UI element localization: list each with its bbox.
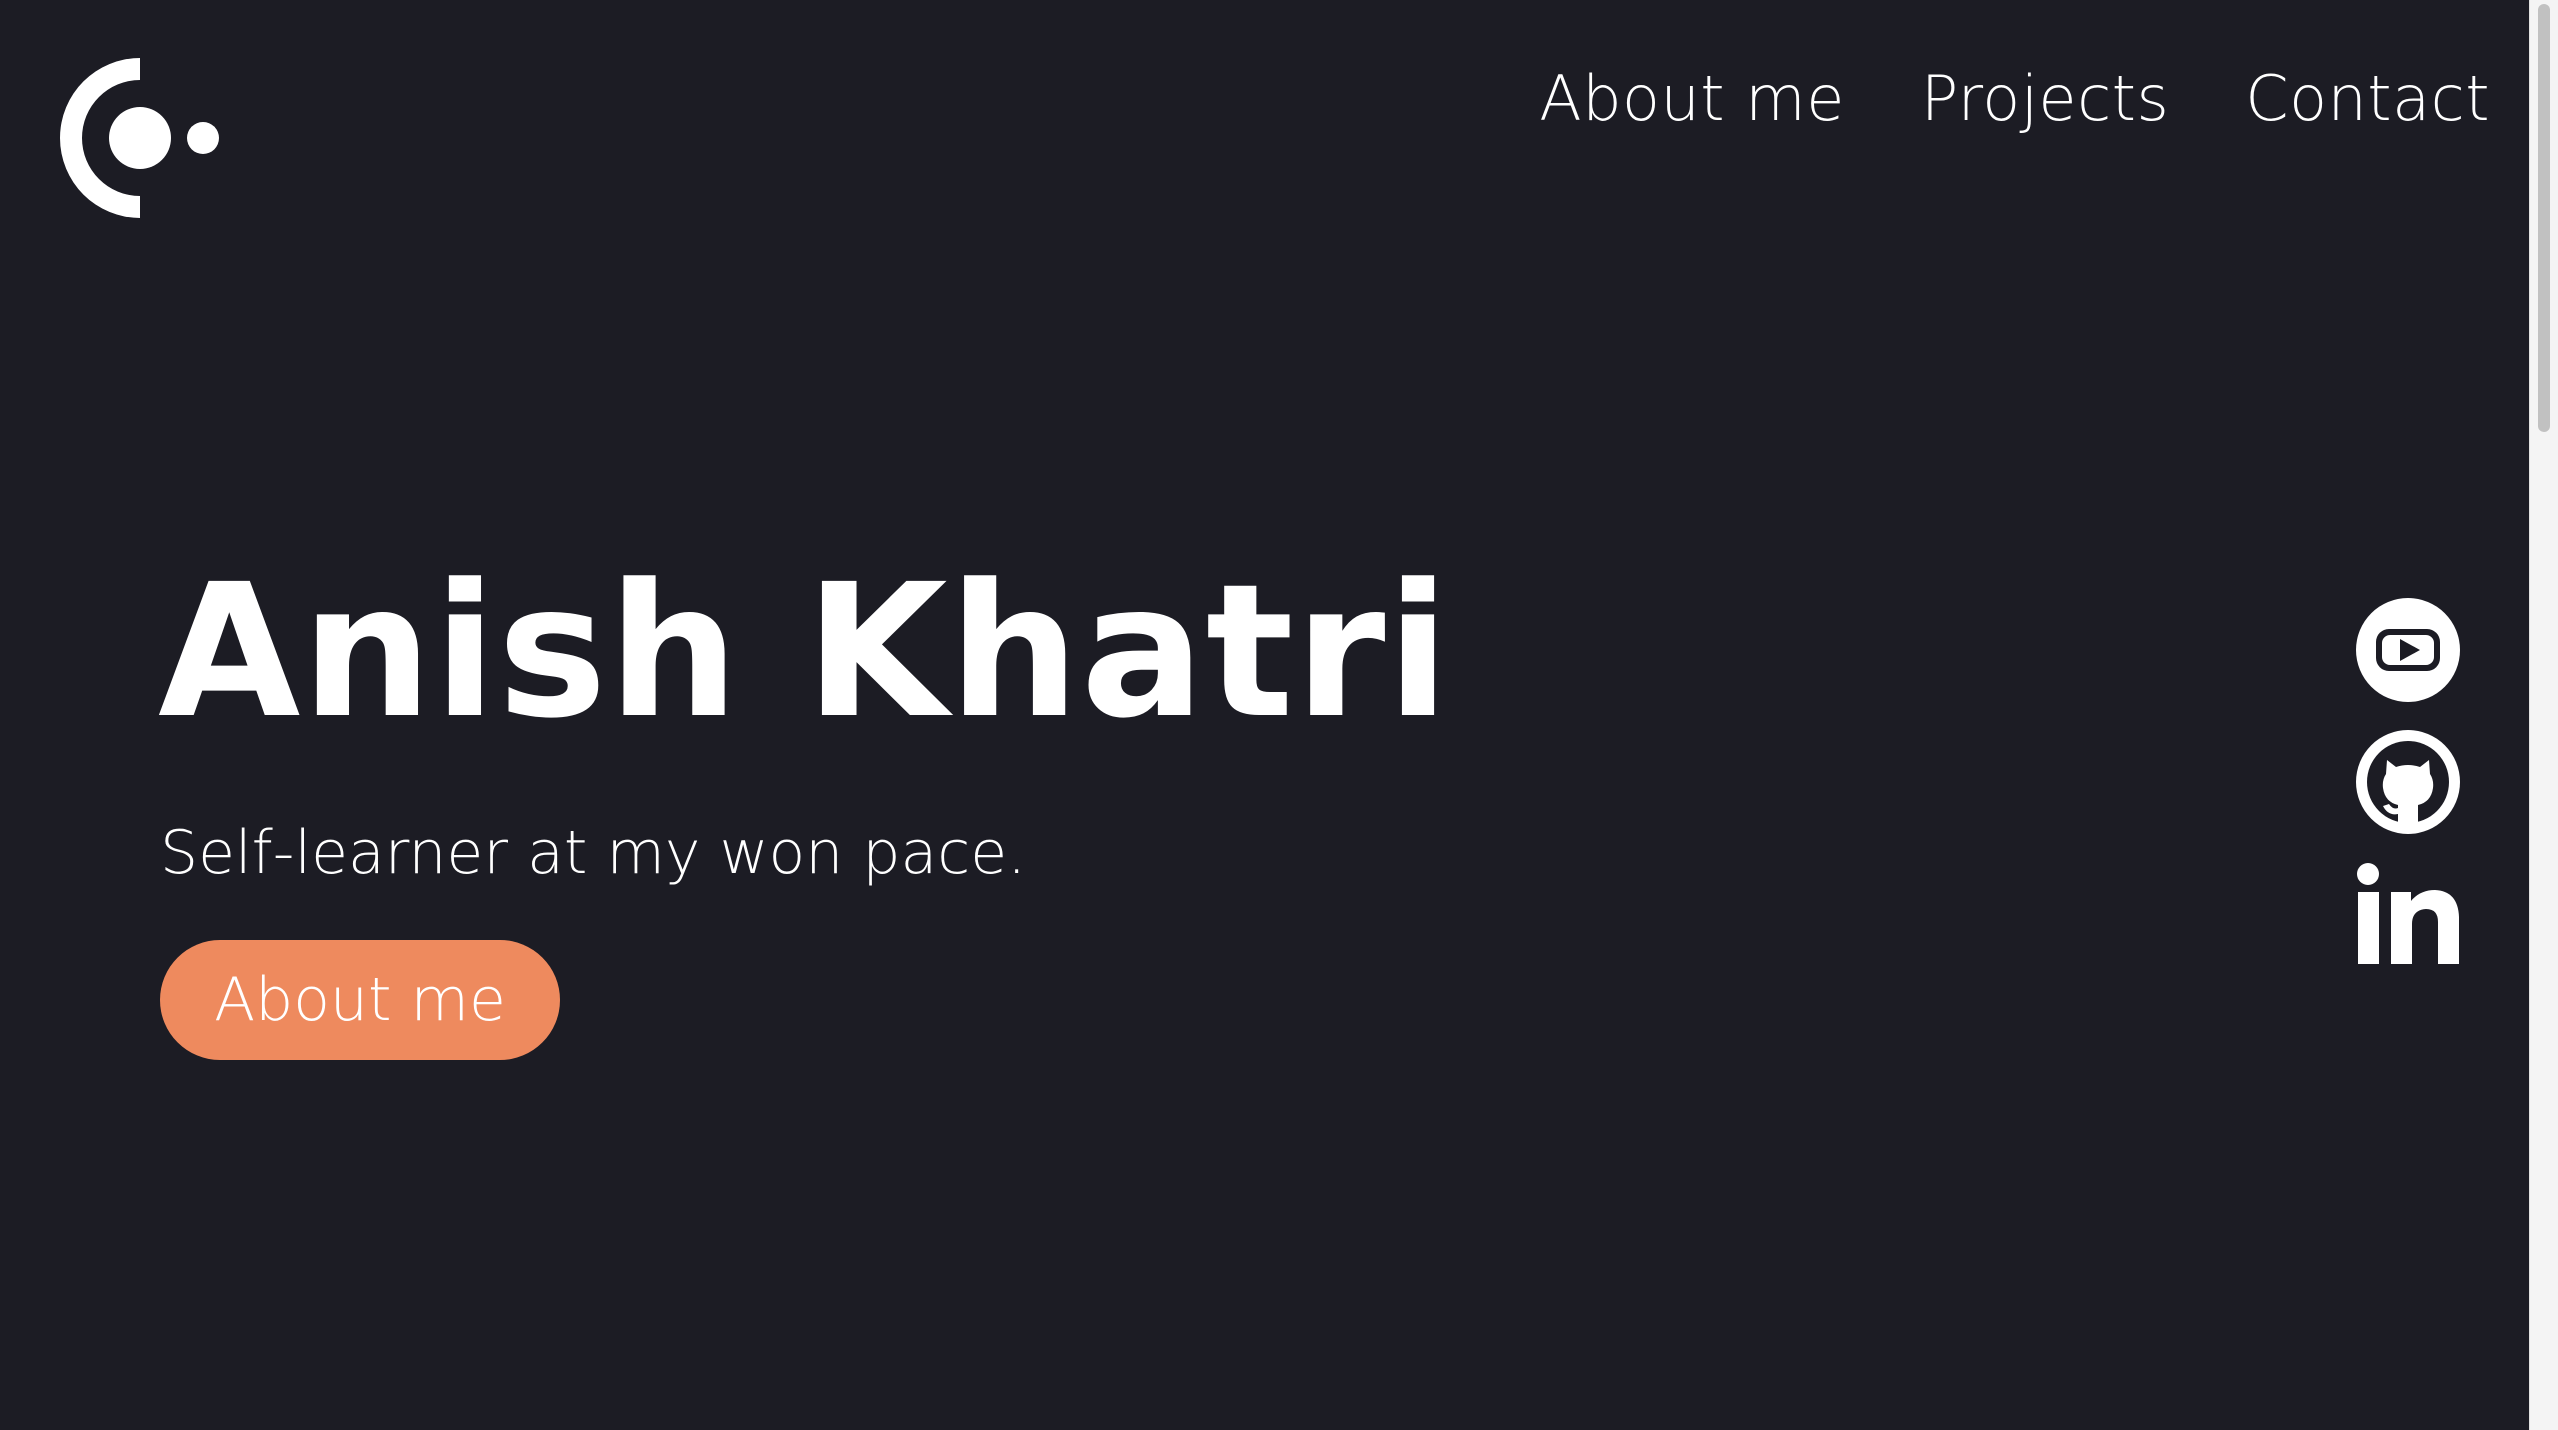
logo-icon [60,58,219,218]
linkedin-icon [2357,863,2459,964]
scrollbar-thumb[interactable] [2538,4,2550,432]
nav-contact[interactable]: Contact [2245,62,2490,135]
nav-projects[interactable]: Projects [1921,62,2169,135]
youtube-link[interactable] [2356,598,2460,702]
youtube-icon [2356,598,2460,702]
page: About me Projects Contact Anish Khatri S… [0,0,2530,1430]
hero-tagline: Self-learner at my won pace. [160,818,1027,888]
scrollbar[interactable] [2529,0,2558,1430]
github-icon [2356,730,2460,834]
hero-name: Anish Khatri [158,545,1451,759]
linkedin-link[interactable] [2356,862,2460,966]
github-link[interactable] [2356,730,2460,834]
logo[interactable] [60,58,220,218]
about-me-button[interactable]: About me [160,940,560,1060]
nav-about-me[interactable]: About me [1539,62,1845,135]
main-nav: About me Projects Contact [1539,62,2490,135]
social-links [2356,598,2460,966]
